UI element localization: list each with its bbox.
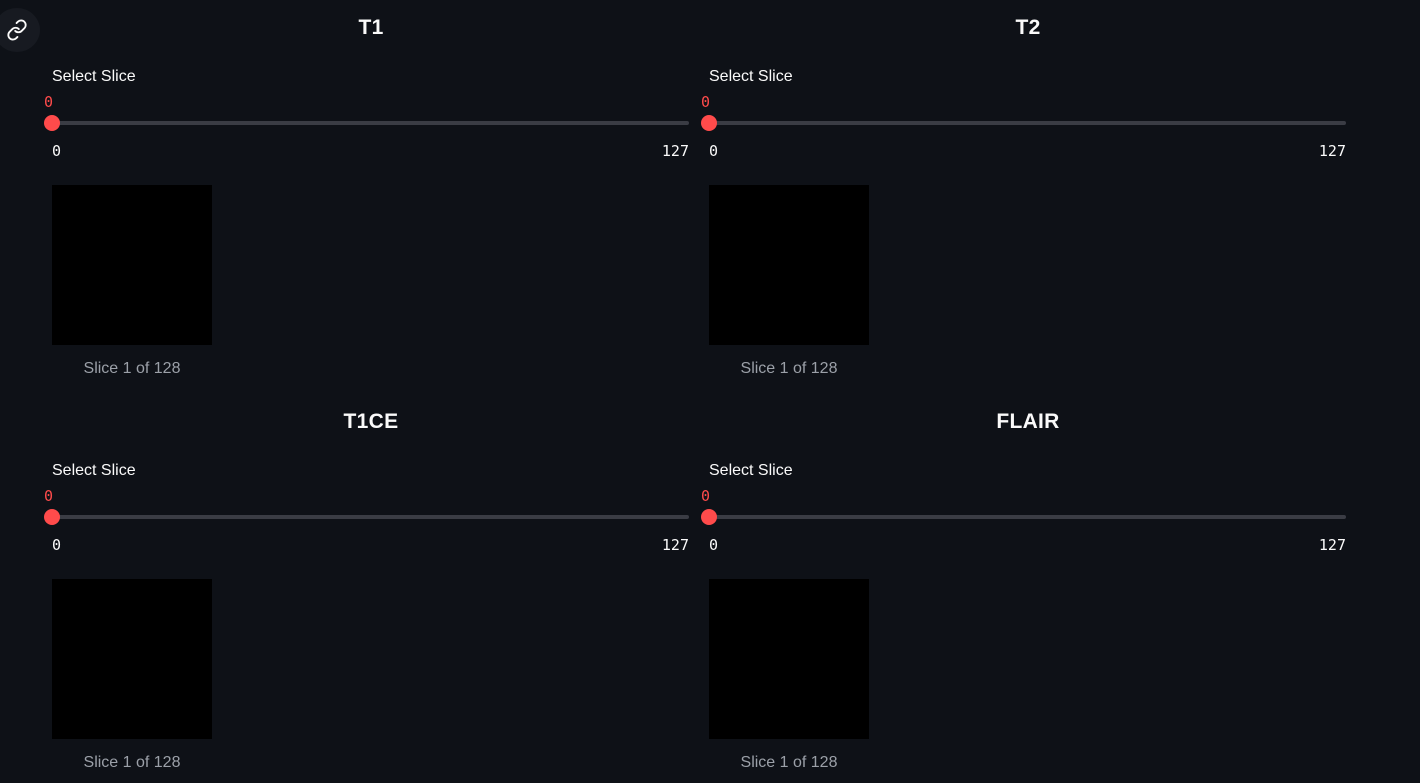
slider-min-label: 0 [709, 536, 719, 554]
slice-caption: Slice 1 of 128 [740, 754, 838, 771]
slice-caption: Slice 1 of 128 [83, 754, 181, 771]
panel-t1: T1 Select Slice 0 0 127 Slice 1 of 128 [44, 0, 690, 394]
slider-track[interactable] [52, 515, 689, 519]
slider-label: Select Slice [709, 462, 793, 479]
slider-min-label: 0 [52, 536, 62, 554]
slider-thumb[interactable] [44, 115, 60, 131]
slice-caption: Slice 1 of 128 [740, 360, 838, 377]
panel-title: T2 [1015, 16, 1041, 39]
panel-t2: T2 Select Slice 0 0 127 Slice 1 of 128 [701, 0, 1347, 394]
slider-track[interactable] [709, 121, 1346, 125]
slice-image [709, 579, 869, 739]
slice-image [52, 185, 212, 345]
slider-thumb[interactable] [44, 509, 60, 525]
slice-image [709, 185, 869, 345]
slider-current-value: 0 [701, 487, 711, 505]
slider-current-value: 0 [44, 93, 54, 111]
slider-label: Select Slice [52, 462, 136, 479]
toolbar-partial-icon[interactable]: ⋯ [1366, 0, 1380, 2]
panel-t1ce: T1CE Select Slice 0 0 127 Slice 1 of 128 [44, 394, 690, 783]
slice-image [52, 579, 212, 739]
slider-label: Select Slice [709, 68, 793, 85]
slider-max-label: 127 [661, 142, 689, 160]
slider-thumb[interactable] [701, 509, 717, 525]
slider-track[interactable] [709, 515, 1346, 519]
slider-label: Select Slice [52, 68, 136, 85]
panel-title: T1 [358, 16, 384, 39]
slider-min-label: 0 [52, 142, 62, 160]
slider-min-label: 0 [709, 142, 719, 160]
slice-caption: Slice 1 of 128 [83, 360, 181, 377]
slider-track[interactable] [52, 121, 689, 125]
panel-title: FLAIR [996, 410, 1060, 433]
panel-flair: FLAIR Select Slice 0 0 127 Slice 1 of 12… [701, 394, 1347, 783]
slider-max-label: 127 [661, 536, 689, 554]
slider-max-label: 127 [1318, 142, 1346, 160]
app-page: ⋯ T1 Select Slice 0 0 127 Slice 1 of 128… [0, 0, 1420, 783]
slider-thumb[interactable] [701, 115, 717, 131]
panel-title: T1CE [343, 410, 399, 433]
slider-current-value: 0 [701, 93, 711, 111]
link-icon[interactable] [0, 8, 40, 52]
slider-max-label: 127 [1318, 536, 1346, 554]
slider-current-value: 0 [44, 487, 54, 505]
